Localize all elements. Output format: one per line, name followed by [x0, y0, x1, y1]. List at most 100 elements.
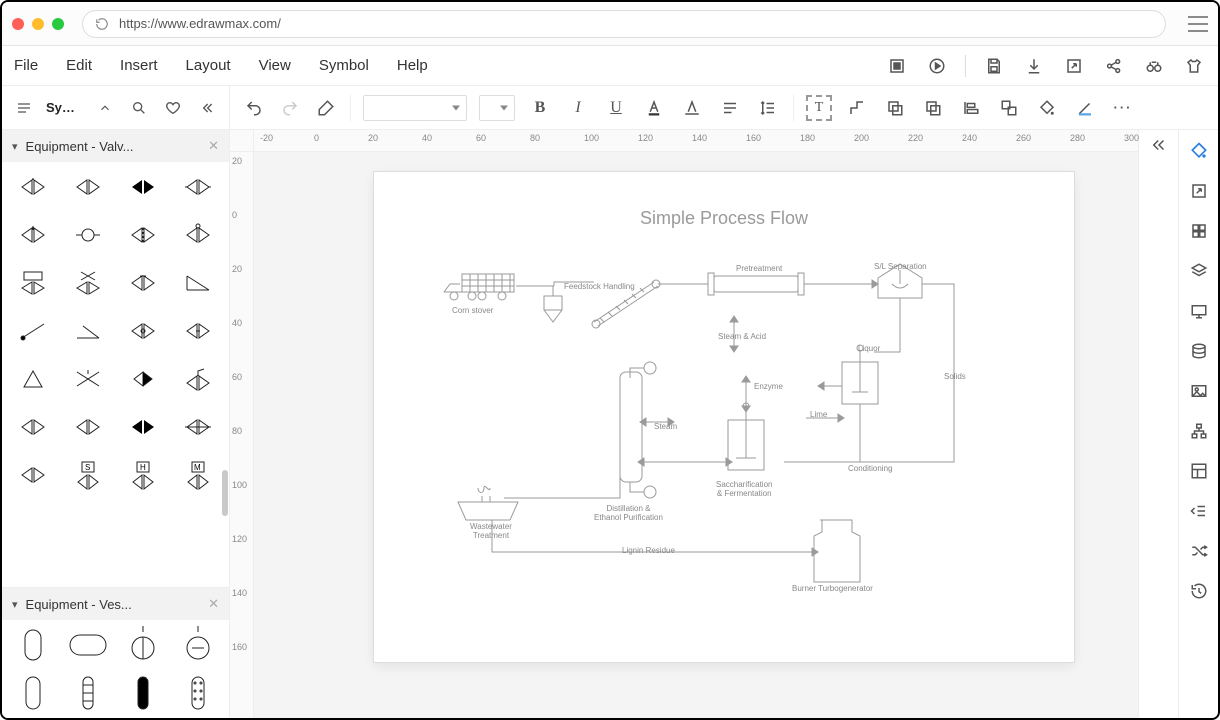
- sidebar-scrollbar[interactable]: [222, 470, 228, 516]
- text-highlight-icon[interactable]: [679, 95, 705, 121]
- menu-layout[interactable]: Layout: [186, 57, 231, 74]
- presentation-icon[interactable]: [1188, 300, 1210, 322]
- valve-shape-25[interactable]: S: [67, 460, 109, 490]
- tshirt-icon[interactable]: [1182, 54, 1206, 78]
- layers-icon[interactable]: [1188, 260, 1210, 282]
- valve-shape-5[interactable]: [67, 220, 109, 250]
- shape-front-icon[interactable]: [920, 95, 946, 121]
- menu-view[interactable]: View: [259, 57, 291, 74]
- align-objects-icon[interactable]: [958, 95, 984, 121]
- maximize-window-icon[interactable]: [52, 18, 64, 30]
- menu-help[interactable]: Help: [397, 57, 428, 74]
- panel-valves-header[interactable]: ▾ Equipment - Valv... ✕: [2, 130, 229, 162]
- select-screen-icon[interactable]: [885, 54, 909, 78]
- font-family-select[interactable]: [363, 95, 467, 121]
- vessel-shape-3[interactable]: [177, 630, 219, 660]
- line-color-icon[interactable]: [1072, 95, 1098, 121]
- valve-shape-1[interactable]: [67, 172, 109, 202]
- canvas[interactable]: Simple Process Flow: [254, 152, 1138, 718]
- shape-behind-icon[interactable]: [882, 95, 908, 121]
- data-icon[interactable]: [1188, 340, 1210, 362]
- valve-shape-14[interactable]: [122, 316, 164, 346]
- valve-shape-23[interactable]: [177, 412, 219, 442]
- line-spacing-icon[interactable]: [755, 95, 781, 121]
- export-icon[interactable]: [1062, 54, 1086, 78]
- grid-icon[interactable]: [1188, 220, 1210, 242]
- close-icon[interactable]: ✕: [208, 138, 219, 154]
- valve-shape-20[interactable]: [12, 412, 54, 442]
- valve-shape-17[interactable]: [67, 364, 109, 394]
- valve-shape-24[interactable]: [12, 460, 54, 490]
- valve-shape-16[interactable]: [12, 364, 54, 394]
- group-icon[interactable]: [996, 95, 1022, 121]
- valve-shape-8[interactable]: [12, 268, 54, 298]
- share-icon[interactable]: [1102, 54, 1126, 78]
- page[interactable]: Simple Process Flow: [374, 172, 1074, 662]
- format-painter-icon[interactable]: [314, 96, 338, 120]
- history-icon[interactable]: [1188, 580, 1210, 602]
- valve-shape-21[interactable]: [67, 412, 109, 442]
- italic-icon[interactable]: I: [565, 95, 591, 121]
- valve-shape-12[interactable]: [12, 316, 54, 346]
- align-icon[interactable]: [717, 95, 743, 121]
- close-icon[interactable]: ✕: [208, 596, 219, 612]
- panel-vessels-body[interactable]: [2, 620, 229, 718]
- fill-icon[interactable]: [1034, 95, 1060, 121]
- url-bar[interactable]: https://www.edrawmax.com/: [82, 10, 1166, 38]
- valve-shape-3[interactable]: [177, 172, 219, 202]
- layout-icon[interactable]: [1188, 460, 1210, 482]
- panel-vessels-header[interactable]: ▾ Equipment - Ves... ✕: [2, 588, 229, 620]
- valve-shape-13[interactable]: [67, 316, 109, 346]
- valve-shape-0[interactable]: [12, 172, 54, 202]
- hamburger-menu-icon[interactable]: [1188, 16, 1208, 32]
- heart-icon[interactable]: [161, 96, 185, 120]
- more-icon[interactable]: ···: [1110, 95, 1136, 121]
- collapse-icon[interactable]: [195, 96, 219, 120]
- undo-icon[interactable]: [242, 96, 266, 120]
- valve-shape-7[interactable]: [177, 220, 219, 250]
- valve-shape-27[interactable]: M: [177, 460, 219, 490]
- text-tool-icon[interactable]: T: [806, 95, 832, 121]
- minimize-window-icon[interactable]: [32, 18, 44, 30]
- org-icon[interactable]: [1188, 420, 1210, 442]
- vessel-shape-2[interactable]: [122, 630, 164, 660]
- play-icon[interactable]: [925, 54, 949, 78]
- redo-icon[interactable]: [278, 96, 302, 120]
- close-window-icon[interactable]: [12, 18, 24, 30]
- underline-icon[interactable]: U: [603, 95, 629, 121]
- right-panel-toggle[interactable]: [1138, 130, 1178, 718]
- connector-icon[interactable]: [844, 95, 870, 121]
- bold-icon[interactable]: B: [527, 95, 553, 121]
- vessel-shape-7[interactable]: [177, 678, 219, 708]
- library-icon[interactable]: [12, 96, 36, 120]
- vessel-shape-4[interactable]: [12, 678, 54, 708]
- vessel-shape-6[interactable]: [122, 678, 164, 708]
- valve-shape-19[interactable]: [177, 364, 219, 394]
- menu-symbol[interactable]: Symbol: [319, 57, 369, 74]
- menu-edit[interactable]: Edit: [66, 57, 92, 74]
- indent-icon[interactable]: [1188, 500, 1210, 522]
- binoculars-icon[interactable]: [1142, 54, 1166, 78]
- vessel-shape-1[interactable]: [67, 630, 109, 660]
- shuffle-icon[interactable]: [1188, 540, 1210, 562]
- font-size-select[interactable]: [479, 95, 515, 121]
- valve-shape-6[interactable]: [122, 220, 164, 250]
- menu-insert[interactable]: Insert: [120, 57, 158, 74]
- search-icon[interactable]: [127, 96, 151, 120]
- valve-shape-26[interactable]: H: [122, 460, 164, 490]
- vessel-shape-5[interactable]: [67, 678, 109, 708]
- export-panel-icon[interactable]: [1188, 180, 1210, 202]
- valve-shape-11[interactable]: [177, 268, 219, 298]
- menu-file[interactable]: File: [14, 57, 38, 74]
- image-icon[interactable]: [1188, 380, 1210, 402]
- valve-shape-9[interactable]: [67, 268, 109, 298]
- valve-shape-2[interactable]: [122, 172, 164, 202]
- valve-shape-18[interactable]: [122, 364, 164, 394]
- download-icon[interactable]: [1022, 54, 1046, 78]
- vessel-shape-0[interactable]: [12, 630, 54, 660]
- font-color-icon[interactable]: [641, 95, 667, 121]
- valve-shape-15[interactable]: [177, 316, 219, 346]
- valve-shape-22[interactable]: [122, 412, 164, 442]
- valve-shape-10[interactable]: [122, 268, 164, 298]
- theme-icon[interactable]: [1188, 140, 1210, 162]
